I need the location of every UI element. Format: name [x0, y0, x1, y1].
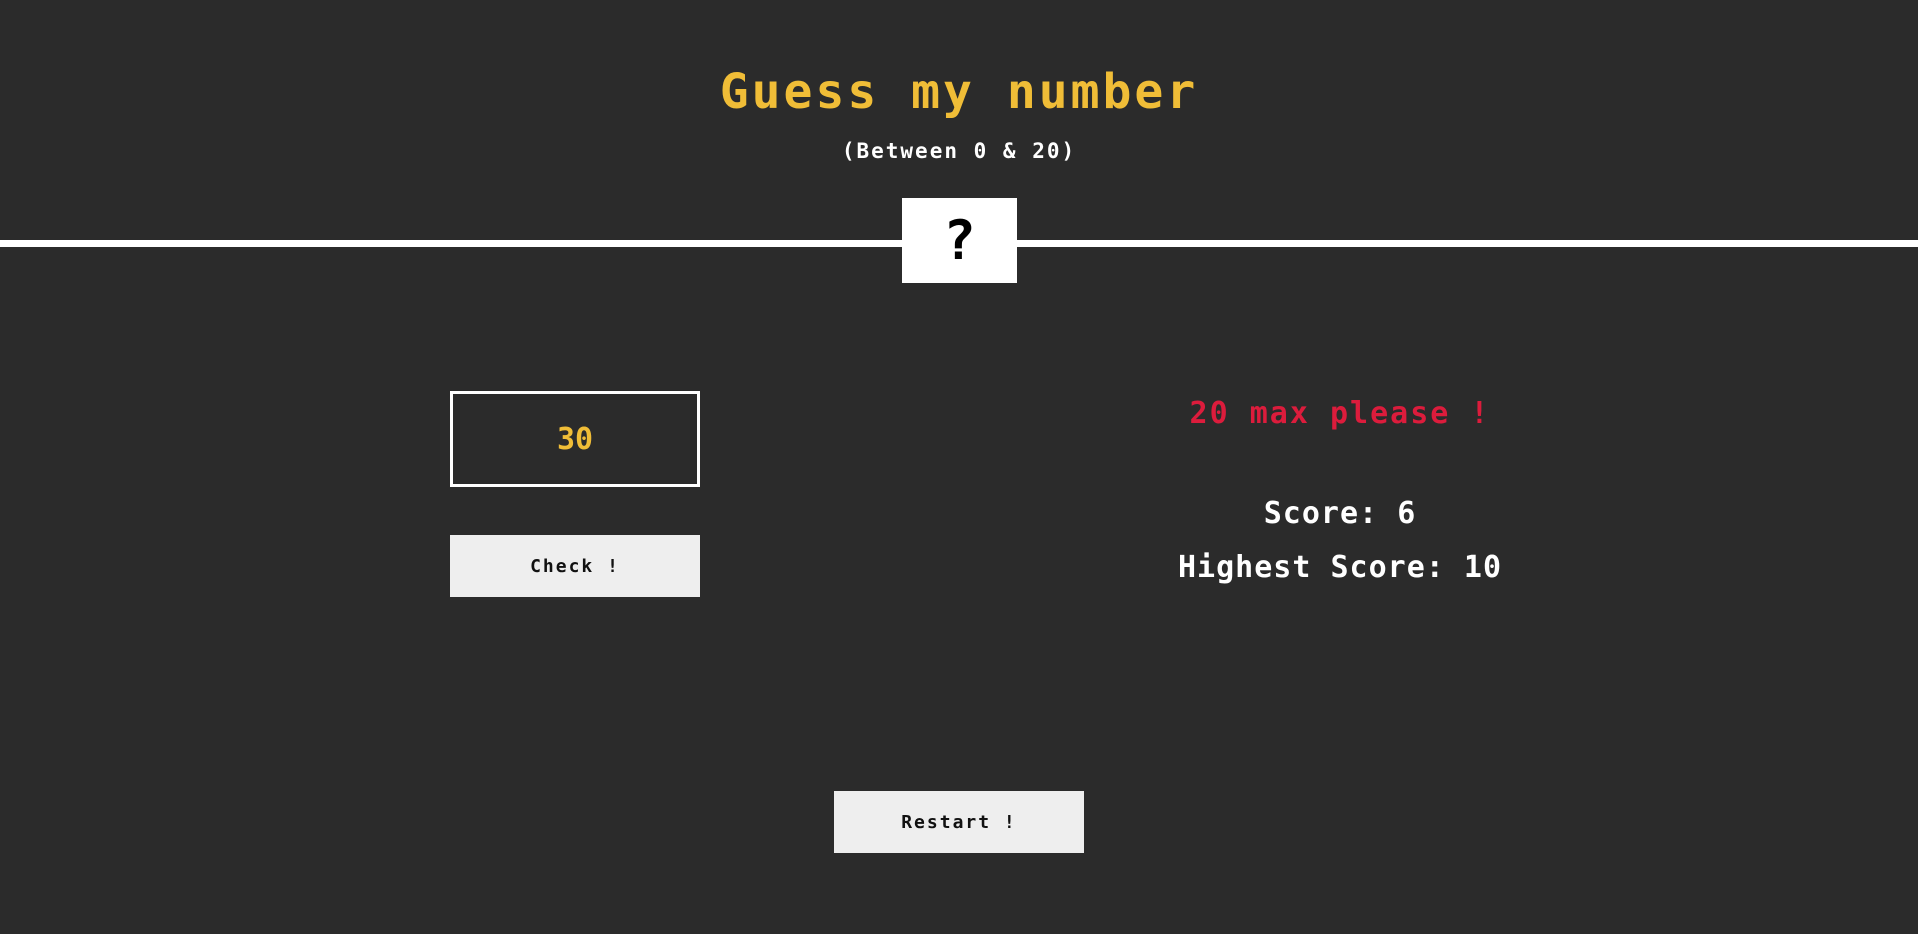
check-button-label: Check ! — [530, 555, 620, 577]
highscore-value: 10 — [1463, 550, 1503, 585]
game-title: Guess my number — [719, 64, 1199, 120]
status-message: 20 max please ! — [1189, 396, 1491, 431]
secret-number-box: ? — [902, 198, 1017, 283]
secret-number-text: ? — [943, 209, 976, 272]
score-display: Score: 6 — [1090, 496, 1590, 531]
highscore-label: Highest Score: — [1177, 550, 1445, 585]
highscore-display: Highest Score: 10 — [1090, 550, 1590, 585]
restart-button-label: Restart ! — [901, 811, 1017, 833]
score-label: Score: — [1263, 496, 1379, 531]
guess-input[interactable] — [450, 391, 700, 487]
restart-button[interactable]: Restart ! — [834, 791, 1084, 853]
score-value: 6 — [1397, 496, 1417, 531]
game-page: Guess my number (Between 0 & 20) ? Check… — [0, 0, 1918, 934]
check-button[interactable]: Check ! — [450, 535, 700, 597]
range-subtitle: (Between 0 & 20) — [841, 139, 1077, 163]
